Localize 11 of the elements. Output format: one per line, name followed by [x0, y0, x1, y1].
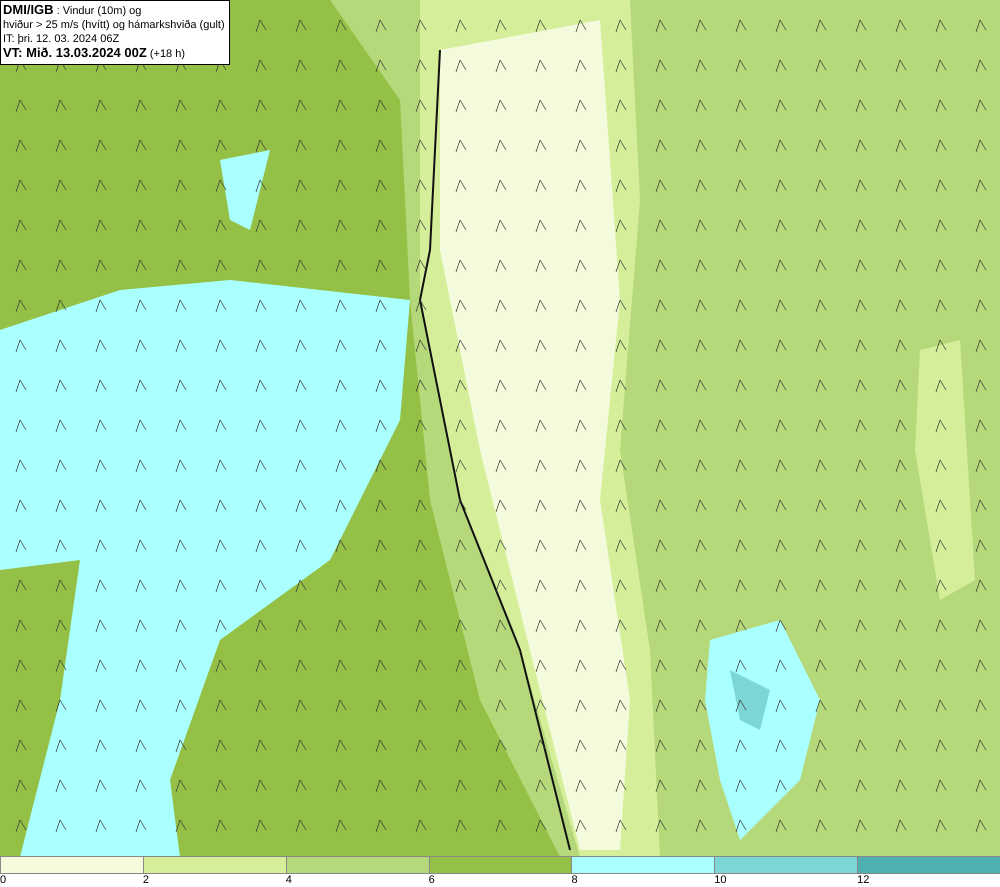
- legend-text: VT: Mið. 13.03.2024 00Z (+18 h): [3, 46, 186, 61]
- scale-label: 12: [857, 874, 870, 887]
- scale-label: 0: [0, 874, 8, 887]
- legend-text: IT: þri. 12. 03. 2024 06Z: [3, 32, 120, 46]
- scale-label: 4: [286, 874, 293, 887]
- scale-label: 10: [714, 874, 728, 887]
- legend-text: hviður > 25 m/s (hvítt) og hámarkshviða (gult): [3, 18, 225, 32]
- legend-text: DMI/IGB : Vindur (10m) og: [3, 3, 142, 18]
- scale-label: 8: [571, 874, 579, 887]
- scale-label: 2: [142, 874, 150, 887]
- scale-label: 6: [428, 874, 436, 887]
